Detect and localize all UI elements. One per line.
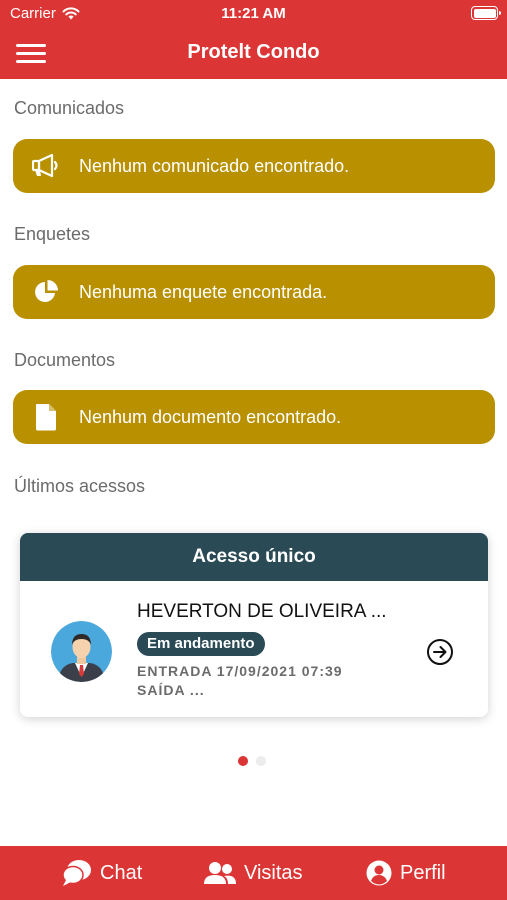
comunicados-empty-message: Nenhum comunicado encontrado. — [79, 155, 350, 176]
chat-bubbles-icon — [62, 860, 91, 886]
comunicados-empty-card[interactable]: Nenhum comunicado encontrado. — [13, 139, 495, 193]
status-bar: Carrier 11:21 AM — [0, 0, 507, 28]
battery-icon — [471, 6, 501, 20]
people-icon — [204, 862, 236, 884]
tab-visitas[interactable]: Visitas — [204, 846, 303, 900]
document-icon — [13, 403, 79, 431]
bottom-tab-bar: Chat Visitas Perfil — [0, 846, 507, 900]
enquetes-empty-card[interactable]: Nenhuma enquete encontrada. — [13, 265, 495, 319]
pie-chart-icon — [13, 279, 79, 305]
enquetes-empty-message: Nenhuma enquete encontrada. — [79, 281, 328, 302]
page-title: Protelt Condo — [187, 41, 320, 63]
tab-perfil[interactable]: Perfil — [366, 846, 446, 900]
section-title-ultimos-acessos: Últimos acessos — [14, 476, 146, 496]
megaphone-icon — [13, 154, 79, 178]
documentos-empty-message: Nenhum documento encontrado. — [79, 406, 342, 427]
avatar — [51, 621, 112, 682]
section-title-documentos: Documentos — [14, 350, 116, 370]
user-circle-icon — [366, 860, 392, 886]
carousel-pagination — [238, 756, 266, 766]
entry-time: ENTRADA 17/09/2021 07:39 — [137, 663, 343, 679]
tab-chat[interactable]: Chat — [62, 846, 142, 900]
clock: 11:21 AM — [221, 5, 286, 22]
app-header: Protelt Condo — [0, 28, 507, 79]
exit-time: SAÍDA ... — [137, 682, 205, 698]
section-title-enquetes: Enquetes — [14, 224, 91, 244]
access-card[interactable]: Acesso único HEVERTON DE OLIVEIRA ... Em… — [20, 533, 488, 717]
pagination-dot-active[interactable] — [238, 756, 248, 766]
tab-visitas-label: Visitas — [244, 861, 303, 884]
section-title-comunicados: Comunicados — [14, 98, 125, 118]
tab-perfil-label: Perfil — [400, 861, 446, 884]
pagination-dot[interactable] — [256, 756, 266, 766]
visitor-name: HEVERTON DE OLIVEIRA ... — [137, 601, 387, 622]
arrow-right-circle-icon[interactable] — [426, 638, 454, 666]
tab-chat-label: Chat — [100, 861, 143, 884]
documentos-empty-card[interactable]: Nenhum documento encontrado. — [13, 390, 495, 444]
access-card-header: Acesso único — [20, 533, 488, 581]
status-badge: Em andamento — [137, 632, 265, 656]
